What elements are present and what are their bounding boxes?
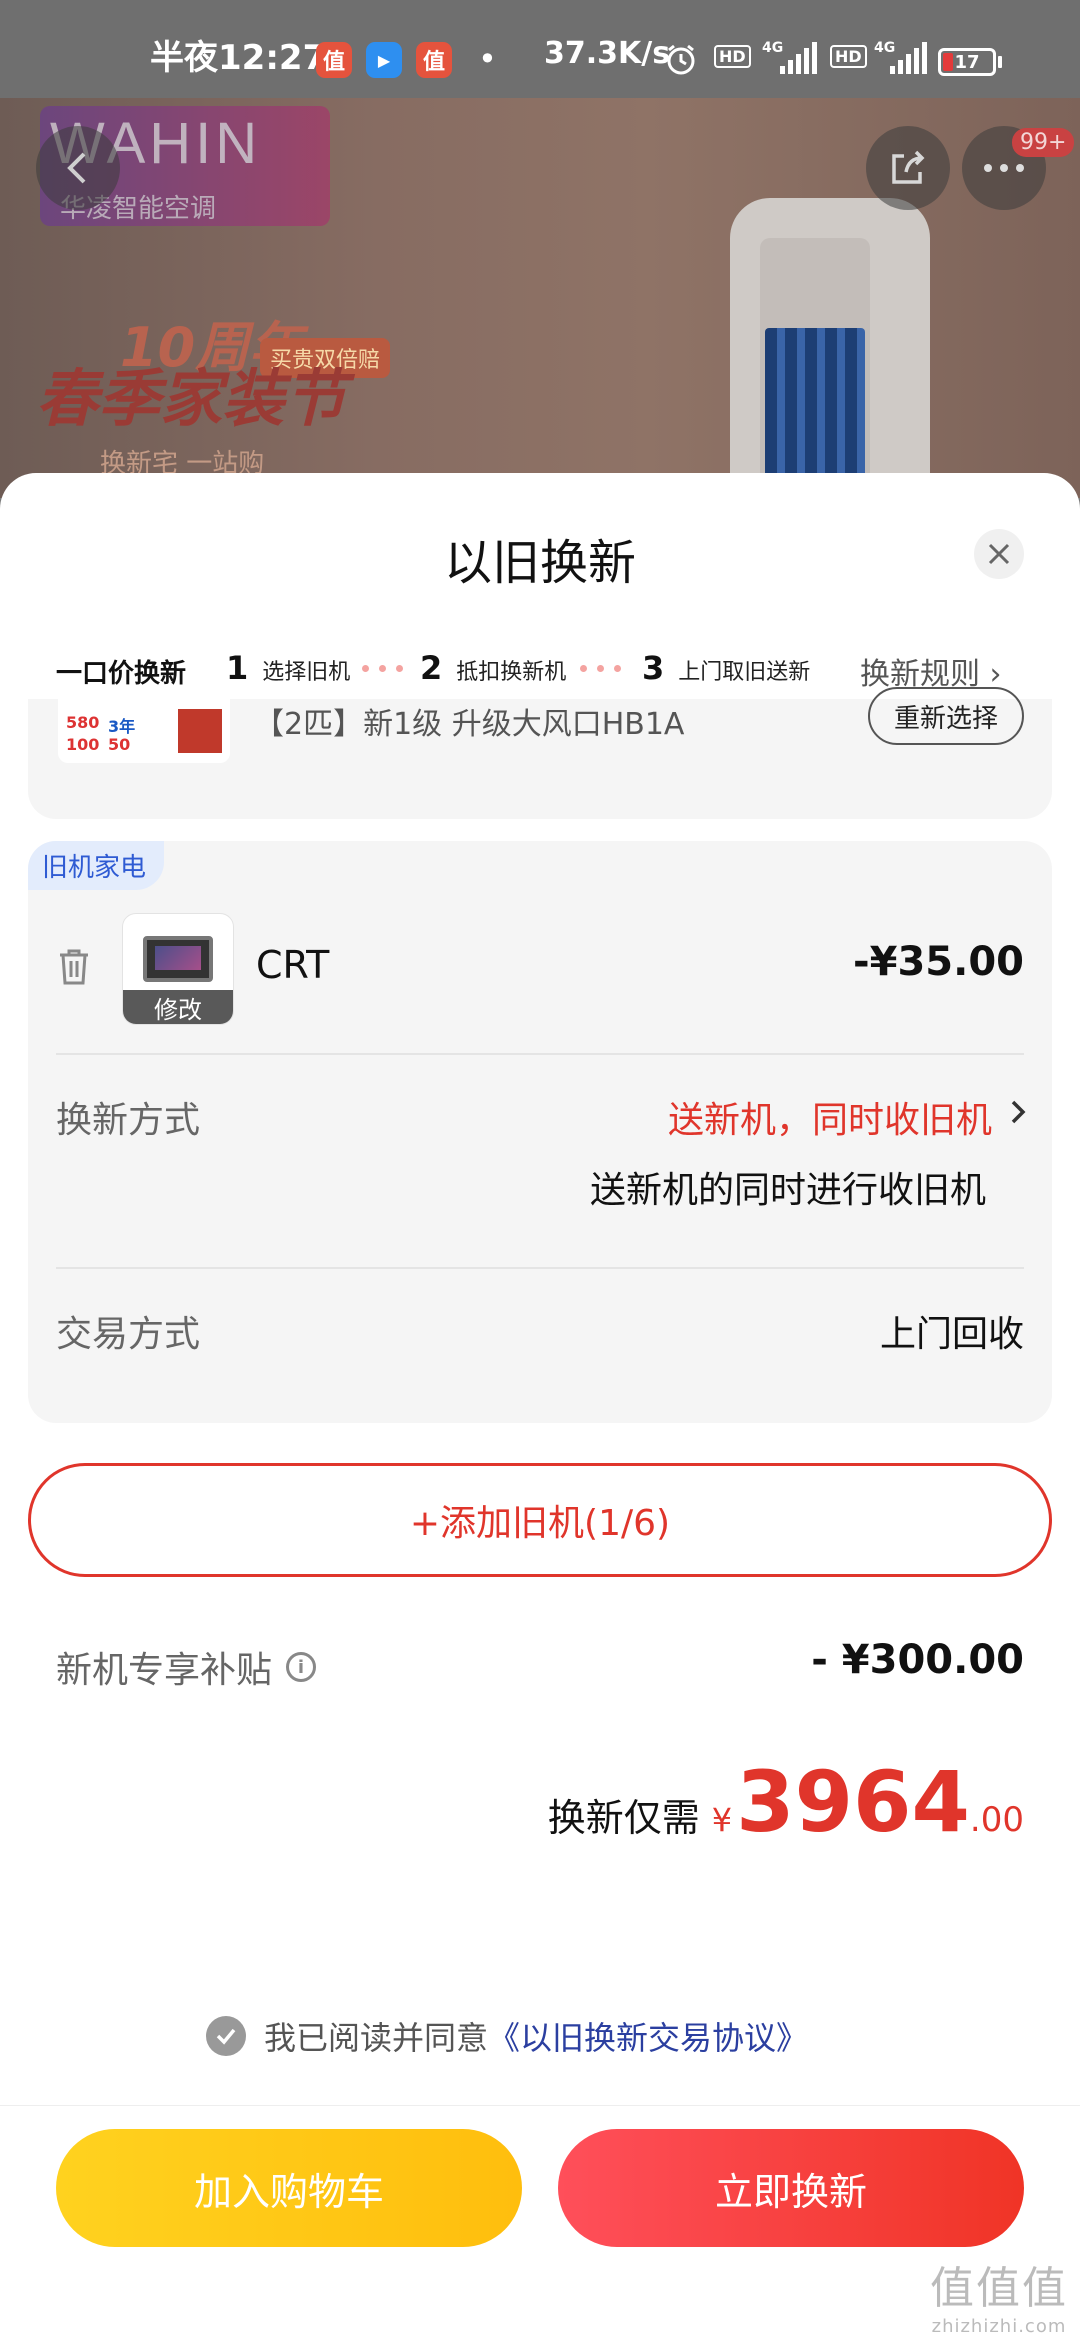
old-appliance-price: -¥35.00 bbox=[853, 939, 1024, 985]
tv-image bbox=[143, 936, 213, 982]
transaction-method-value: 上门回收 bbox=[879, 1314, 1024, 1355]
step-connector bbox=[580, 665, 621, 672]
agreement-row: 我已阅读并同意 《以旧换新交易协议》 bbox=[206, 2013, 808, 2059]
status-time: 半夜12:27 bbox=[150, 38, 327, 78]
more-dots-icon bbox=[984, 164, 1024, 172]
total-label: 换新仅需 bbox=[547, 1796, 700, 1840]
share-icon bbox=[892, 150, 925, 184]
back-arrow-icon bbox=[67, 152, 86, 184]
new-product-card: 580 3年 100 50 【2匹】新1级 升级大风口HB1A 重新选择 bbox=[28, 687, 1052, 819]
app-notification-icon: 值 bbox=[416, 42, 452, 78]
total-currency: ¥ bbox=[711, 1801, 733, 1839]
step-item: 1 选择旧机 bbox=[226, 649, 351, 689]
status-dot: • bbox=[478, 40, 497, 78]
status-bar: 半夜12:27 值 ▶ 值 • 37.3K/s HD 4G HD 4G 17 bbox=[0, 0, 1080, 98]
trade-method-label: 换新方式 bbox=[56, 1100, 201, 1141]
total-price: 换新仅需 ¥ 3964 .00 bbox=[548, 1753, 1024, 1851]
network-speed: 37.3K/s bbox=[544, 36, 671, 71]
subsidy-label: 新机专享补贴 bbox=[56, 1650, 273, 1691]
trade-method-value[interactable]: 送新机，同时收旧机 bbox=[668, 1091, 992, 1143]
sheet-title: 以旧换新 bbox=[443, 535, 636, 591]
hd-icon: HD bbox=[830, 45, 867, 68]
divider bbox=[56, 1053, 1024, 1055]
app-notification-icon: ▶ bbox=[366, 42, 402, 78]
product-hero-image: WAHIN 华凌智能空调 10周年 买贵双倍赔 春季家装节 换新宅 一站购 99… bbox=[0, 98, 1080, 498]
step-number: 3 bbox=[642, 649, 665, 689]
add-to-cart-button[interactable]: 加入购物车 bbox=[56, 2129, 522, 2247]
watermark-url: zhizhizhi.com bbox=[931, 2316, 1067, 2337]
signal-icon bbox=[780, 42, 817, 74]
battery-level: 17 bbox=[954, 51, 980, 73]
signal-icon bbox=[890, 42, 927, 74]
step-label: 抵扣换新机 bbox=[456, 660, 567, 685]
hd-icon: HD bbox=[714, 45, 751, 68]
step-title: 一口价换新 bbox=[56, 659, 187, 689]
step-label: 选择旧机 bbox=[262, 660, 351, 685]
back-button[interactable] bbox=[36, 126, 120, 210]
thumb-text: 580 bbox=[66, 713, 100, 732]
thumb-text: 100 bbox=[66, 735, 100, 754]
alarm-icon bbox=[667, 44, 695, 75]
subsidy-value: - ¥300.00 bbox=[811, 1637, 1024, 1683]
divider bbox=[56, 1267, 1024, 1269]
air-conditioner-image bbox=[730, 198, 930, 498]
step-label: 上门取旧送新 bbox=[678, 660, 811, 685]
old-appliance-card: 旧机家电 修改 CRT -¥35.00 换新方式 送新机，同时收旧机 送新机的同… bbox=[28, 841, 1052, 1423]
chevron-right-icon[interactable] bbox=[1008, 1097, 1028, 1127]
old-appliance-tag: 旧机家电 bbox=[28, 841, 165, 890]
step-number: 1 bbox=[226, 649, 249, 689]
watermark: 值值值 zhizhizhi.com bbox=[930, 2252, 1068, 2337]
total-decimal: .00 bbox=[969, 1800, 1024, 1840]
thumb-text: 3年 bbox=[108, 717, 136, 736]
step-connector bbox=[362, 665, 403, 672]
product-name: 【2匹】新1级 升级大风口HB1A bbox=[254, 707, 685, 742]
product-thumbnail: 580 3年 100 50 bbox=[58, 699, 230, 763]
thumb-text: 50 bbox=[108, 735, 131, 754]
old-appliance-name: CRT bbox=[256, 943, 330, 987]
share-button[interactable] bbox=[866, 126, 950, 210]
close-icon bbox=[988, 543, 1010, 565]
agreement-link[interactable]: 《以旧换新交易协议》 bbox=[488, 2013, 808, 2059]
transaction-method-label: 交易方式 bbox=[56, 1314, 201, 1355]
agreement-text: 我已阅读并同意 bbox=[264, 2019, 489, 2057]
total-integer: 3964 bbox=[736, 1753, 970, 1851]
trash-icon[interactable] bbox=[56, 947, 92, 987]
old-appliance-thumbnail[interactable]: 修改 bbox=[122, 913, 234, 1025]
add-old-appliance-button[interactable]: +添加旧机(1/6) bbox=[28, 1463, 1052, 1577]
trade-in-now-button[interactable]: 立即换新 bbox=[558, 2129, 1024, 2247]
step-item: 2 抵扣换新机 bbox=[420, 649, 567, 689]
reselect-button[interactable]: 重新选择 bbox=[868, 687, 1024, 745]
promo-title: 春季家装节 bbox=[36, 362, 347, 435]
trade-method-description: 送新机的同时进行收旧机 bbox=[589, 1170, 986, 1211]
modify-button[interactable]: 修改 bbox=[123, 990, 233, 1024]
app-notification-icon: 值 bbox=[316, 42, 352, 78]
info-icon[interactable]: i bbox=[286, 1652, 317, 1682]
subsidy-row: 新机专享补贴 i bbox=[56, 1641, 317, 1693]
watermark-logo: 值值值 bbox=[930, 2263, 1068, 2314]
close-button[interactable] bbox=[974, 529, 1024, 579]
step-item: 3 上门取旧送新 bbox=[642, 649, 811, 689]
notification-badge: 99+ bbox=[1012, 128, 1075, 157]
trade-in-sheet: 以旧换新 一口价换新 1 选择旧机 2 抵扣换新机 3 上门取旧送新 换新规则 … bbox=[0, 473, 1080, 2340]
checkbox-checked-icon[interactable] bbox=[206, 2016, 246, 2056]
battery-icon: 17 bbox=[938, 48, 996, 76]
step-number: 2 bbox=[420, 649, 443, 689]
